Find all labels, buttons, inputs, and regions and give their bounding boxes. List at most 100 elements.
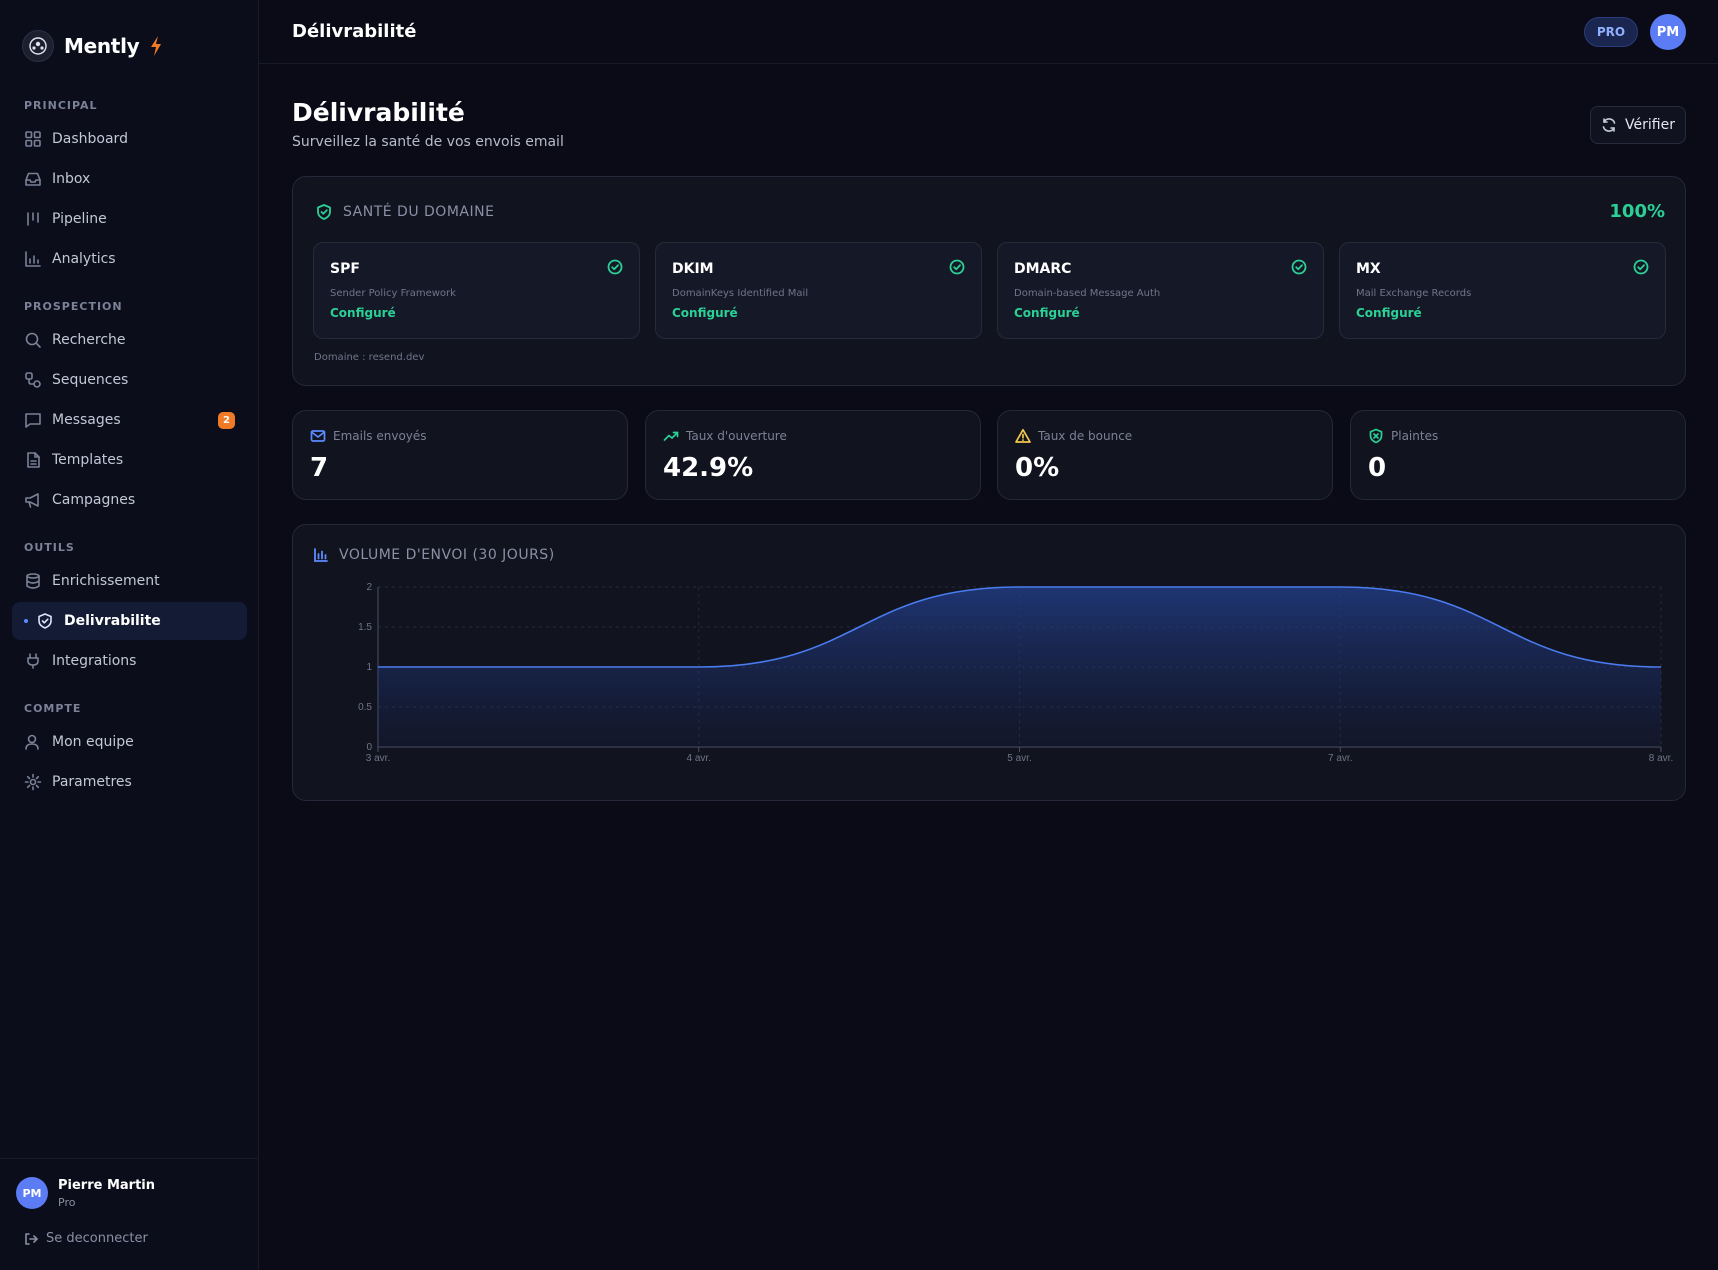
section-outils: OUTILS	[24, 541, 75, 554]
bar-chart-icon	[25, 251, 41, 267]
stat-card-open-rate: Taux d'ouverture 42.9%	[645, 410, 981, 500]
stat-label-text: Taux de bounce	[1038, 429, 1133, 443]
dns-record-name: MX	[1356, 261, 1381, 277]
domain-health-score: 100%	[1609, 201, 1665, 222]
x-tick-label: 7 avr.	[1328, 753, 1352, 764]
topbar: Délivrabilité PRO PM	[259, 0, 1718, 64]
megaphone-icon	[25, 493, 39, 508]
send-volume-chart: 0 0.5 1 1.5 2 3 avr. 4 avr. 5 avr. 7 avr. 8 avr.	[358, 582, 1673, 764]
stat-card-bounce-rate: Taux de bounce 0%	[997, 410, 1333, 500]
domain-health-panel: SANTÉ DU DOMAINE 100% SPF Sender Policy …	[292, 176, 1686, 386]
stat-label: Taux d'ouverture	[663, 428, 787, 444]
sidebar-item-sequences[interactable]: Sequences	[12, 361, 247, 399]
user-plan: Pro	[58, 1195, 76, 1209]
dns-record-desc: Domain-based Message Auth	[1014, 288, 1161, 299]
database-icon	[26, 573, 40, 589]
dns-record-name: SPF	[330, 261, 360, 277]
dns-record-status: Configuré	[330, 306, 396, 320]
sidebar: Mently PRINCIPAL Dashboard Inbox Pipelin…	[0, 0, 259, 1270]
shield-x-icon	[1369, 428, 1383, 444]
dns-card-dkim: DKIM DomainKeys Identified Mail Configur…	[655, 242, 982, 339]
brand-logo-icon	[22, 30, 54, 62]
domain-label: Domaine : resend.dev	[314, 352, 425, 363]
stat-label: Plaintes	[1368, 428, 1438, 444]
sidebar-item-label: Sequences	[52, 372, 129, 388]
trending-up-icon	[663, 431, 679, 441]
dns-card-mx: MX Mail Exchange Records Configuré	[1339, 242, 1666, 339]
dns-record-desc: Mail Exchange Records	[1356, 288, 1472, 299]
lightning-icon	[151, 36, 162, 56]
mail-icon	[310, 430, 326, 442]
inbox-icon	[25, 172, 41, 186]
stat-value: 7	[310, 453, 329, 483]
sidebar-item-recherche[interactable]: Recherche	[12, 321, 247, 359]
sidebar-item-integrations[interactable]: Integrations	[12, 642, 247, 680]
sequence-icon	[25, 372, 41, 388]
stat-label: Emails envoyés	[310, 428, 427, 444]
dns-record-status: Configuré	[1356, 306, 1422, 320]
users-icon	[25, 734, 39, 750]
sidebar-item-templates[interactable]: Templates	[12, 441, 247, 479]
sidebar-item-analytics[interactable]: Analytics	[12, 240, 247, 278]
active-indicator	[24, 619, 28, 623]
refresh-icon	[1602, 118, 1616, 132]
sidebar-item-mon-equipe[interactable]: Mon equipe	[12, 723, 247, 761]
stat-value: 0	[1368, 453, 1387, 483]
section-compte: COMPTE	[24, 702, 82, 715]
dns-record-status: Configuré	[1014, 306, 1080, 320]
sidebar-item-label: Messages	[52, 412, 121, 428]
stat-label: Taux de bounce	[1015, 428, 1132, 444]
topbar-title: Délivrabilité	[292, 21, 417, 42]
shield-check-icon	[317, 204, 331, 220]
message-icon	[25, 413, 41, 428]
dns-record-name: DKIM	[672, 261, 714, 277]
x-tick-label: 5 avr.	[1007, 753, 1031, 764]
sidebar-item-label: Inbox	[52, 171, 91, 187]
sidebar-item-enrichissement[interactable]: Enrichissement	[12, 562, 247, 600]
page-title: Délivrabilité	[292, 98, 465, 127]
sidebar-item-label: Enrichissement	[52, 573, 160, 589]
y-tick-label: 0	[366, 742, 372, 753]
verify-button[interactable]: Vérifier	[1590, 106, 1686, 144]
x-tick-label: 8 avr.	[1649, 753, 1673, 764]
stat-value: 0%	[1015, 453, 1060, 483]
sidebar-item-inbox[interactable]: Inbox	[12, 160, 247, 198]
plan-badge[interactable]: PRO	[1584, 17, 1638, 47]
sidebar-item-messages[interactable]: Messages 2	[12, 401, 247, 439]
avatar[interactable]: PM	[1650, 14, 1686, 50]
shield-icon	[38, 613, 52, 629]
logout-button[interactable]: Se deconnecter	[24, 1231, 148, 1246]
y-tick-label: 1	[366, 662, 372, 673]
user-profile[interactable]: PM Pierre Martin Pro	[16, 1177, 155, 1209]
dns-record-name: DMARC	[1014, 261, 1072, 277]
sidebar-item-campagnes[interactable]: Campagnes	[12, 481, 247, 519]
logout-icon	[25, 1232, 38, 1245]
sidebar-item-dashboard[interactable]: Dashboard	[12, 120, 247, 158]
stat-label-text: Plaintes	[1391, 429, 1439, 443]
stat-value: 42.9%	[663, 453, 754, 483]
send-volume-chart-panel: VOLUME D'ENVOI (30 JOURS) 0 0.5 1 1.5 2 3 avr…	[292, 524, 1686, 801]
logout-label: Se deconnecter	[46, 1231, 148, 1246]
brand[interactable]: Mently	[22, 30, 163, 62]
sidebar-item-label: Integrations	[52, 653, 137, 669]
plug-icon	[27, 653, 39, 669]
grid-icon	[25, 131, 41, 147]
domain-health-title: SANTÉ DU DOMAINE	[343, 204, 495, 220]
dns-card-dmarc: DMARC Domain-based Message Auth Configur…	[997, 242, 1324, 339]
user-name: Pierre Martin	[58, 1177, 156, 1193]
sidebar-item-label: Dashboard	[52, 131, 128, 147]
search-icon	[25, 332, 41, 348]
sidebar-item-parametres[interactable]: Parametres	[12, 763, 247, 801]
messages-count-badge: 2	[218, 412, 235, 429]
stat-card-complaints: Plaintes 0	[1350, 410, 1686, 500]
sidebar-item-label: Delivrabilite	[64, 613, 161, 629]
brand-name: Mently	[64, 34, 140, 58]
dns-record-desc: Sender Policy Framework	[330, 288, 456, 299]
stat-card-emails-sent: Emails envoyés 7	[292, 410, 628, 500]
sidebar-item-label: Mon equipe	[52, 734, 134, 750]
sidebar-item-pipeline[interactable]: Pipeline	[12, 200, 247, 238]
dns-record-status: Configuré	[672, 306, 738, 320]
sidebar-item-label: Analytics	[52, 251, 116, 267]
sidebar-item-delivrabilite[interactable]: Delivrabilite	[12, 602, 247, 640]
check-circle-icon	[1291, 259, 1307, 275]
